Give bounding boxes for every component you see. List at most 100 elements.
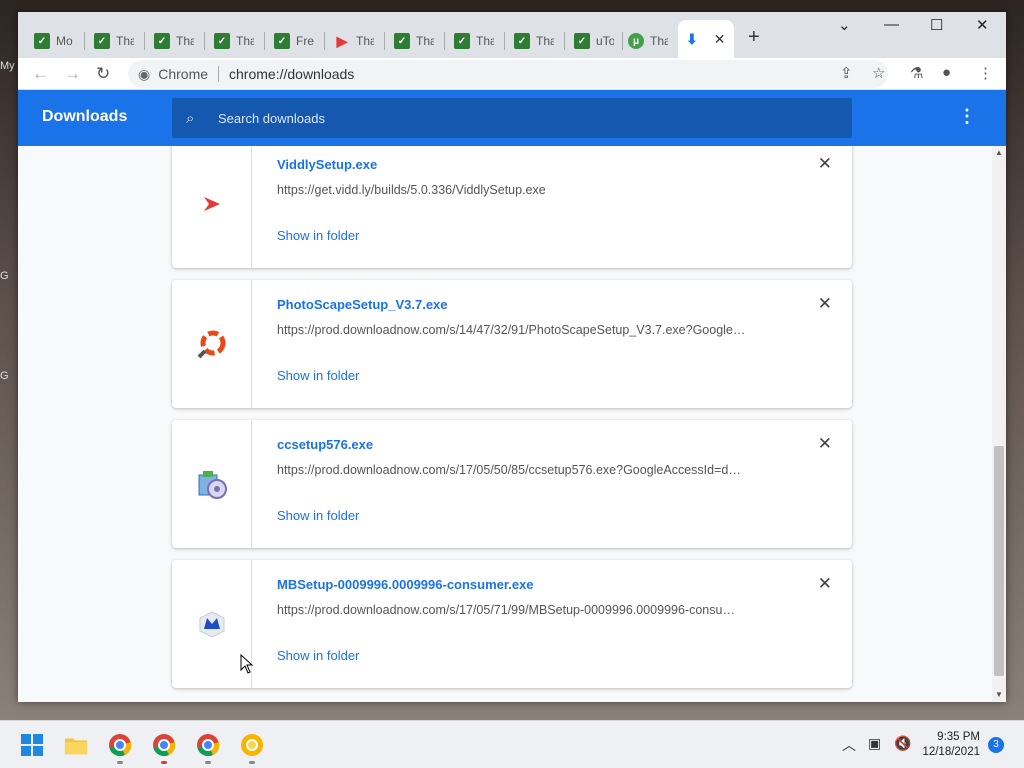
file-name-link[interactable]: ViddlySetup.exe	[277, 157, 377, 172]
chrome-menu-icon[interactable]: ⋮	[978, 64, 993, 82]
more-actions-icon[interactable]: ⋮	[958, 106, 976, 127]
tab-label: Fre	[296, 34, 314, 48]
windows-taskbar: ︿ ▣ 🔇 9:35 PM 12/18/2021 3	[0, 720, 1024, 768]
chrome-icon	[197, 734, 220, 757]
share-icon[interactable]: ⇪	[840, 64, 853, 82]
remove-item-close-icon[interactable]: ✕	[818, 434, 832, 454]
show-in-folder-link[interactable]: Show in folder	[277, 228, 359, 243]
file-name-link[interactable]: ccsetup576.exe	[277, 437, 373, 452]
tab-label: Tha	[176, 34, 194, 48]
chrome-canary-taskbar-button[interactable]	[240, 733, 264, 757]
download-item: MBSetup-0009996.0009996-consumer.exe htt…	[172, 560, 852, 688]
show-in-folder-link[interactable]: Show in folder	[277, 648, 359, 663]
tab[interactable]: ✓ Tha	[446, 24, 502, 58]
tab[interactable]: μ Tha	[620, 24, 676, 58]
viddly-icon: ▶	[336, 32, 348, 49]
source-url-link[interactable]: https://prod.downloadnow.com/s/17/05/71/…	[277, 603, 777, 617]
downloads-list: ViddlySetup.exe https://get.vidd.ly/buil…	[18, 146, 992, 702]
scroll-up-arrow-icon[interactable]: ▲	[995, 148, 1003, 157]
labs-flask-icon[interactable]: ⚗	[910, 64, 923, 82]
clock-time: 9:35 PM	[937, 731, 980, 743]
notification-count-badge[interactable]: 3	[988, 737, 1004, 753]
desktop-icon-label[interactable]: G	[0, 270, 18, 282]
downloads-header: Downloads ⌕ ⋮	[18, 90, 1006, 146]
chrome-taskbar-button[interactable]	[108, 733, 132, 757]
tab-downloads-active[interactable]: ⬇ ✕	[678, 20, 734, 58]
source-url-link[interactable]: https://prod.downloadnow.com/s/17/05/50/…	[277, 463, 777, 477]
download-icon: ⬇	[686, 30, 698, 47]
network-icon[interactable]: ▣	[868, 735, 881, 752]
tab[interactable]: ✓ Fre	[266, 24, 322, 58]
chrome-window: ✓ Mo ✓ Tha ✓ Tha ✓ Tha ✓ Fre ▶ Tha ✓ Tha ✓ Tha ✓…	[18, 12, 1006, 702]
source-url-link[interactable]: https://prod.downloadnow.com/s/14/47/32/…	[277, 323, 777, 337]
system-clock[interactable]: 9:35 PM 12/18/2021	[922, 730, 980, 760]
ytt-icon: ✓	[214, 33, 230, 49]
source-url-link[interactable]: https://get.vidd.ly/builds/5.0.336/Viddl…	[277, 183, 777, 197]
tab[interactable]: ✓ Tha	[86, 24, 142, 58]
remove-item-close-icon[interactable]: ✕	[818, 294, 832, 314]
address-bar[interactable]: ◉ Chrome chrome://downloads	[128, 60, 888, 88]
tab[interactable]: ✓ uTo	[566, 24, 622, 58]
tab[interactable]: ✓ Tha	[506, 24, 562, 58]
chrome-taskbar-button[interactable]	[196, 733, 220, 757]
download-item: ViddlySetup.exe https://get.vidd.ly/buil…	[172, 146, 852, 268]
tab-search-chevron-icon[interactable]: ⌄	[838, 16, 851, 34]
file-name-link[interactable]: MBSetup-0009996.0009996-consumer.exe	[277, 577, 534, 592]
tab[interactable]: ▶ Tha	[326, 24, 382, 58]
clock-date: 12/18/2021	[922, 746, 980, 758]
scroll-down-arrow-icon[interactable]: ▼	[995, 690, 1003, 699]
chrome-taskbar-button[interactable]	[152, 733, 176, 757]
utorrent-icon: μ	[628, 33, 644, 49]
search-bar[interactable]: ⌕	[172, 98, 852, 138]
tab-label: uTo	[596, 34, 614, 48]
close-tab-icon[interactable]: ✕	[714, 31, 726, 48]
tab-label: Tha	[116, 34, 134, 48]
tab-label: Tha	[650, 34, 668, 48]
tab-strip: ✓ Mo ✓ Tha ✓ Tha ✓ Tha ✓ Fre ▶ Tha ✓ Tha ✓ Tha ✓…	[18, 12, 1006, 58]
show-in-folder-link[interactable]: Show in folder	[277, 368, 359, 383]
new-tab-button[interactable]: +	[748, 26, 760, 49]
ytt-icon: ✓	[394, 33, 410, 49]
close-window-button[interactable]: ✕	[976, 16, 989, 34]
chrome-site-icon: ◉	[138, 65, 151, 82]
desktop-icon-label[interactable]: G	[0, 370, 18, 382]
file-name-link[interactable]: PhotoScapeSetup_V3.7.exe	[277, 297, 448, 312]
maximize-button[interactable]: ☐	[930, 16, 943, 34]
download-item: PhotoScapeSetup_V3.7.exe https://prod.do…	[172, 280, 852, 408]
search-input[interactable]	[218, 110, 818, 126]
page-scrollbar[interactable]: ▲ ▼	[992, 146, 1006, 702]
desktop-icon-label[interactable]: My	[0, 60, 18, 72]
forward-button[interactable]: →	[64, 64, 81, 84]
ytt-icon: ✓	[454, 33, 470, 49]
ytt-icon: ✓	[34, 33, 50, 49]
search-icon: ⌕	[186, 109, 195, 127]
ytt-icon: ✓	[574, 33, 590, 49]
profile-avatar-icon[interactable]: ●	[942, 64, 951, 81]
tab[interactable]: ✓ Tha	[386, 24, 442, 58]
tab-label: Tha	[356, 34, 374, 48]
scrollbar-thumb[interactable]	[994, 446, 1004, 676]
ytt-icon: ✓	[154, 33, 170, 49]
tab[interactable]: ✓ Tha	[146, 24, 202, 58]
ytt-icon: ✓	[274, 33, 290, 49]
reload-button[interactable]: ↻	[96, 64, 110, 84]
photoscape-icon	[197, 330, 225, 359]
windows-logo-icon	[21, 734, 43, 756]
volume-muted-icon[interactable]: 🔇	[894, 735, 911, 752]
back-button[interactable]: ←	[32, 64, 49, 84]
file-explorer-button[interactable]	[64, 733, 88, 757]
tab-label: Mo	[56, 34, 73, 48]
tab[interactable]: ✓ Tha	[206, 24, 262, 58]
show-in-folder-link[interactable]: Show in folder	[277, 508, 359, 523]
site-chip: Chrome	[158, 66, 209, 82]
minimize-button[interactable]: —	[884, 16, 899, 33]
ccleaner-icon	[198, 471, 227, 499]
remove-item-close-icon[interactable]: ✕	[818, 154, 832, 174]
mouse-cursor-icon	[240, 654, 254, 674]
tab[interactable]: ✓ Mo	[26, 24, 82, 58]
remove-item-close-icon[interactable]: ✕	[818, 574, 832, 594]
show-hidden-icons-chevron-icon[interactable]: ︿	[842, 735, 856, 755]
bookmark-star-icon[interactable]: ☆	[872, 64, 885, 82]
start-button[interactable]	[20, 733, 44, 757]
folder-icon	[64, 738, 88, 755]
